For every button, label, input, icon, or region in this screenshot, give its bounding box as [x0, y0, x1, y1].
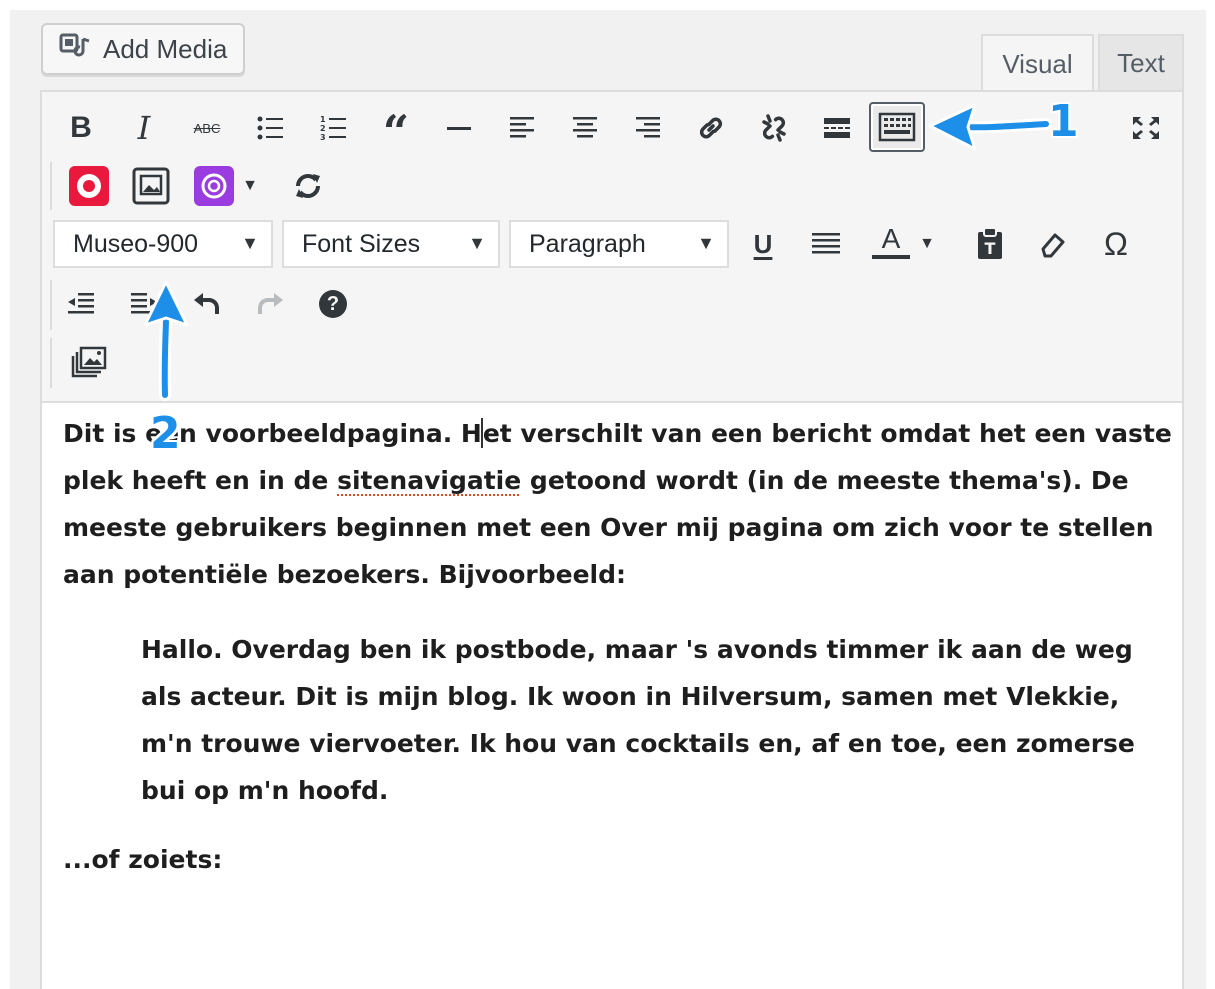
special-character-icon[interactable]: Ω: [1094, 222, 1138, 266]
toolbar-separator: [50, 162, 52, 210]
undo-icon[interactable]: [185, 282, 229, 326]
pinterest-plugin-icon[interactable]: [67, 164, 111, 208]
numbered-list-icon[interactable]: 123: [311, 106, 355, 150]
outdent-icon[interactable]: [59, 282, 103, 326]
toolbar-separator: [50, 280, 52, 330]
editor-content[interactable]: Dit is een voorbeeldpagina. Het verschil…: [63, 410, 1173, 911]
content-paragraph-1: Dit is een voorbeeldpagina. Het verschil…: [63, 410, 1173, 598]
font-family-value: Museo-900: [73, 229, 199, 258]
editor-area: B I ABC 123 “ ▼ Museo-900 ▼ Font Sizes ▼…: [40, 90, 1184, 989]
font-size-value: Font Sizes: [302, 229, 421, 258]
media-icon: [59, 31, 93, 68]
text-run: Dit is een voorbeeldpagina. H: [63, 419, 482, 448]
svg-text:3: 3: [320, 133, 326, 142]
justify-icon[interactable]: [804, 222, 848, 266]
indent-icon[interactable]: [122, 282, 166, 326]
remove-link-icon[interactable]: [752, 106, 796, 150]
font-family-select[interactable]: Museo-900 ▼: [53, 220, 273, 268]
content-blockquote: Hallo. Overdag ben ik postbode, maar 's …: [141, 635, 1135, 805]
insert-link-icon[interactable]: [689, 106, 733, 150]
text-color-icon[interactable]: A: [867, 220, 915, 264]
elementor-plugin-icon[interactable]: [192, 164, 236, 208]
tab-text[interactable]: Text: [1098, 34, 1184, 92]
svg-text:1: 1: [320, 115, 326, 124]
paragraph-format-select[interactable]: Paragraph ▼: [509, 220, 729, 268]
gallery-icon[interactable]: [67, 340, 111, 384]
content-paragraph-2: ...of zoiets:: [63, 845, 223, 874]
toolbar-toggle-icon[interactable]: [869, 102, 925, 152]
refresh-icon[interactable]: [286, 164, 330, 208]
insert-image-icon[interactable]: [129, 164, 173, 208]
editor-toolbar: B I ABC 123 “ ▼ Museo-900 ▼ Font Sizes ▼…: [42, 92, 1182, 403]
annotation-label-2: 2: [150, 408, 181, 459]
add-media-label: Add Media: [103, 33, 228, 64]
underline-icon[interactable]: U: [741, 222, 785, 266]
help-icon[interactable]: ?: [311, 282, 355, 326]
paragraph-format-value: Paragraph: [529, 229, 646, 258]
bold-icon[interactable]: B: [59, 106, 103, 150]
clear-formatting-icon[interactable]: [1031, 222, 1075, 266]
svg-text:T: T: [985, 239, 996, 258]
align-left-icon[interactable]: [500, 106, 544, 150]
chevron-down-icon: ▼: [697, 233, 715, 253]
tab-visual[interactable]: Visual: [981, 34, 1094, 92]
read-more-icon[interactable]: [815, 106, 859, 150]
paste-as-text-icon[interactable]: T: [968, 222, 1012, 266]
toolbar-separator: [50, 338, 52, 388]
misspelled-word[interactable]: sitenavigatie: [337, 466, 521, 495]
text-color-swatch: [872, 255, 910, 259]
bulleted-list-icon[interactable]: [248, 106, 292, 150]
svg-text:2: 2: [320, 124, 326, 133]
blockquote-icon[interactable]: “: [374, 109, 418, 155]
horizontal-line-icon[interactable]: [437, 106, 481, 150]
chevron-down-icon: ▼: [468, 233, 486, 253]
plugin-dropdown-icon[interactable]: ▼: [238, 164, 262, 208]
help-glyph: ?: [319, 290, 347, 318]
chevron-down-icon: ▼: [241, 233, 259, 253]
text-color-letter: A: [881, 223, 901, 254]
redo-icon[interactable]: [248, 282, 292, 326]
font-size-select[interactable]: Font Sizes ▼: [282, 220, 500, 268]
annotation-label-1: 1: [1048, 96, 1079, 147]
align-center-icon[interactable]: [563, 106, 607, 150]
align-right-icon[interactable]: [626, 106, 670, 150]
italic-icon[interactable]: I: [122, 106, 166, 150]
text-color-dropdown-icon[interactable]: ▼: [915, 222, 939, 266]
strikethrough-icon[interactable]: ABC: [185, 106, 229, 150]
add-media-button[interactable]: Add Media: [41, 23, 245, 75]
fullscreen-icon[interactable]: [1124, 106, 1168, 150]
